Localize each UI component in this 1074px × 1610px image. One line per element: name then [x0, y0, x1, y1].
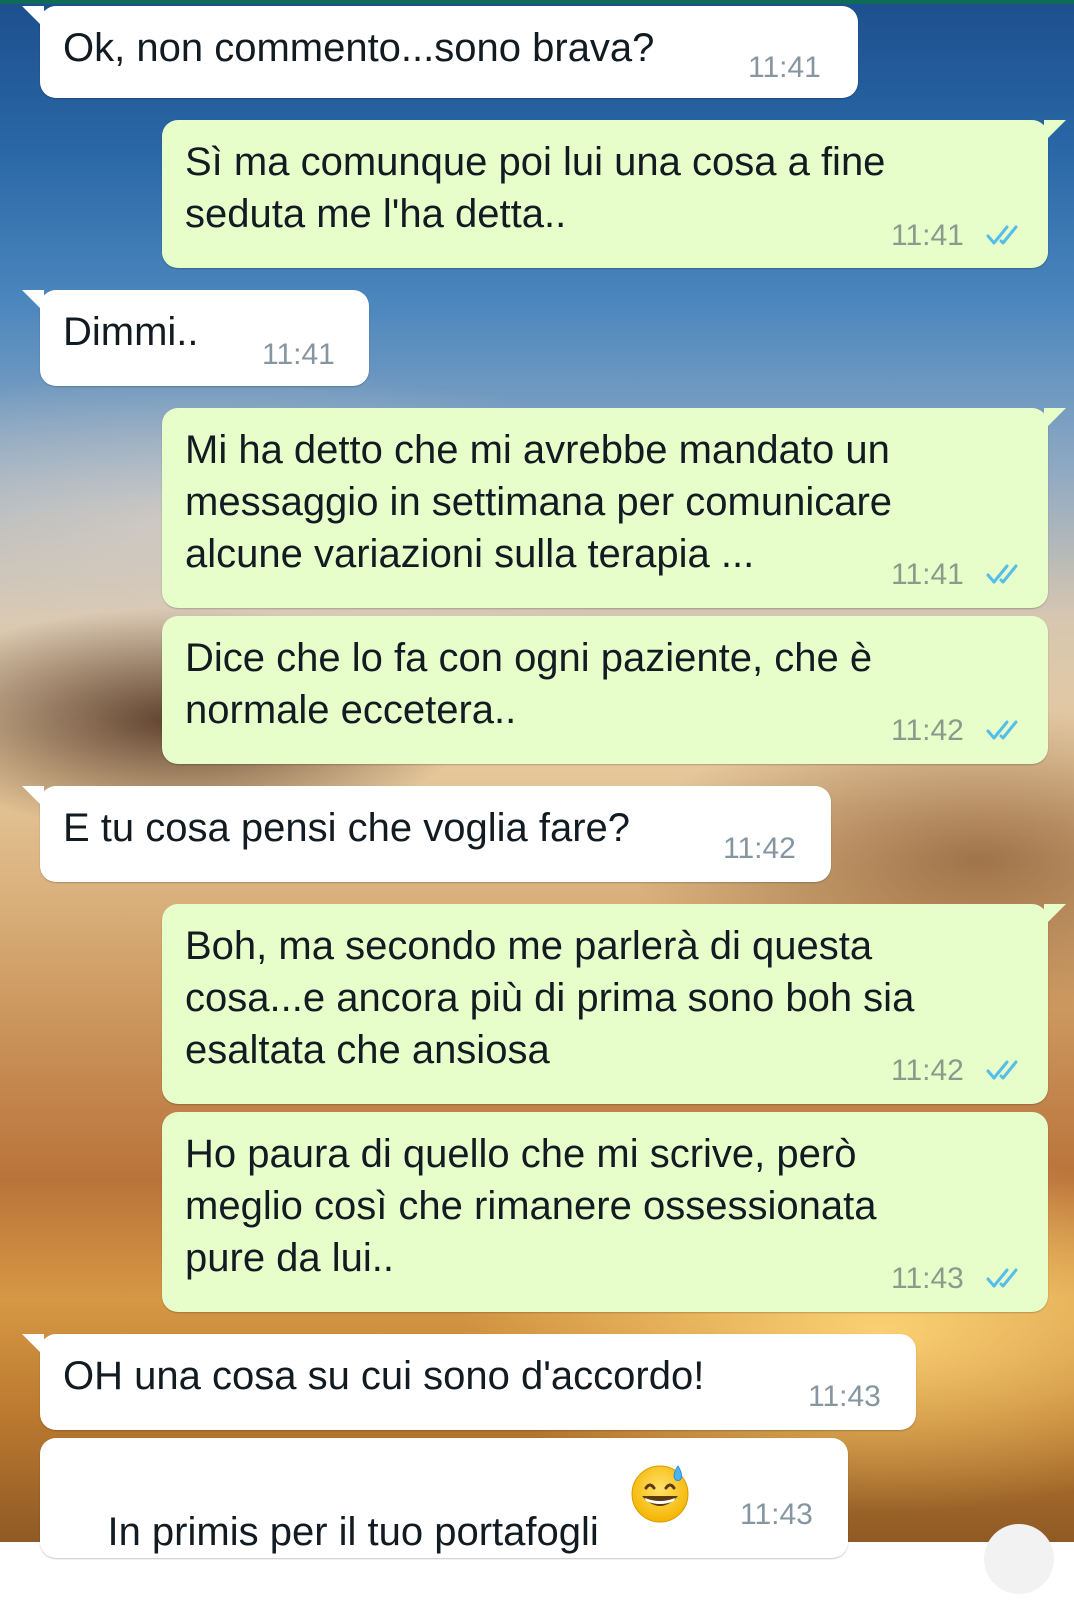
message-time: 11:41 [891, 558, 964, 591]
message-bubble-outgoing[interactable]: Mi ha detto che mi avrebbe mandato un me… [162, 408, 1066, 608]
message-time: 11:43 [740, 1498, 813, 1531]
message-bubble-outgoing[interactable]: Boh, ma secondo me parlerà di questa cos… [162, 904, 1066, 1104]
message-time: 11:42 [723, 832, 796, 865]
read-receipt-icon [986, 564, 1018, 584]
message-text: Ho paura di quello che mi scrive, però m… [185, 1132, 877, 1280]
message-bubble-outgoing[interactable]: Sì ma comunque poi lui una cosa a fine s… [162, 120, 1066, 268]
message-text: OH una cosa su cui sono d'accordo! [63, 1354, 705, 1398]
message-time: 11:41 [262, 338, 335, 371]
message-text: Sì ma comunque poi lui una cosa a fine s… [185, 140, 886, 236]
bubble-tail [22, 6, 44, 28]
bubble-tail [22, 290, 44, 312]
scroll-down-button[interactable] [984, 1524, 1054, 1594]
message-time: 11:42 [891, 1054, 964, 1087]
message-text-content: In primis per il tuo portafogli [107, 1510, 599, 1554]
bubble-tail [1044, 120, 1066, 142]
message-bubble-outgoing[interactable]: Dice che lo fa con ogni paziente, che è … [162, 616, 1048, 764]
grinning-face-with-sweat-emoji [631, 1465, 689, 1523]
message-text: Dimmi.. [63, 310, 199, 354]
message-bubble-outgoing[interactable]: Ho paura di quello che mi scrive, però m… [162, 1112, 1048, 1312]
message-time: 11:43 [808, 1380, 881, 1413]
bubble-tail [22, 786, 44, 808]
read-receipt-icon [986, 1060, 1018, 1080]
message-text: Boh, ma secondo me parlerà di questa cos… [185, 924, 915, 1072]
message-time: 11:41 [891, 219, 964, 252]
bubble-tail [22, 1334, 44, 1356]
message-bubble-incoming[interactable]: Dimmi.. 11:41 [22, 290, 369, 386]
message-text: Dice che lo fa con ogni paziente, che è … [185, 636, 873, 732]
top-accent-bar [0, 0, 1074, 4]
message-bubble-incoming[interactable]: Ok, non commento...sono brava? 11:41 [22, 6, 858, 98]
message-text: In primis per il tuo portafogli [63, 1454, 599, 1610]
message-time: 11:43 [891, 1262, 964, 1295]
read-receipt-icon [986, 720, 1018, 740]
message-bubble-incoming[interactable]: E tu cosa pensi che voglia fare? 11:42 [22, 786, 831, 882]
message-text: E tu cosa pensi che voglia fare? [63, 806, 631, 850]
message-bubble-incoming[interactable]: In primis per il tuo portafogli 11:43 [40, 1438, 848, 1558]
read-receipt-icon [986, 225, 1018, 245]
read-receipt-icon [986, 1268, 1018, 1288]
bubble-tail [1044, 408, 1066, 430]
message-bubble-incoming[interactable]: OH una cosa su cui sono d'accordo! 11:43 [22, 1334, 916, 1430]
message-time: 11:42 [891, 714, 964, 747]
message-text: Mi ha detto che mi avrebbe mandato un me… [185, 428, 893, 576]
message-time: 11:41 [748, 51, 821, 84]
message-text: Ok, non commento...sono brava? [63, 26, 655, 70]
bubble-tail [1044, 904, 1066, 926]
